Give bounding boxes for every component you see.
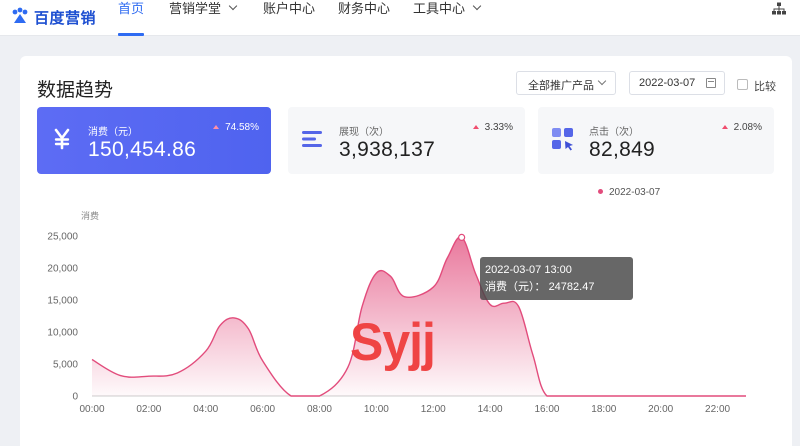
nav-item-tool-center[interactable]: 工具中心: [413, 0, 482, 36]
x-tick-label: 02:00: [136, 404, 161, 415]
x-tick-label: 12:00: [421, 404, 446, 415]
x-tick-label: 22:00: [705, 404, 730, 415]
metric-value: 3,938,137: [339, 138, 436, 161]
x-tick-label: 18:00: [591, 404, 616, 415]
data-trend-panel: 数据趋势 全部推广产品 2022-03-07 比较 消费（元） 150,454.…: [20, 56, 792, 446]
x-tick-label: 08:00: [307, 404, 332, 415]
metric-change: 74.58%: [213, 122, 259, 133]
x-tick-label: 16:00: [534, 404, 559, 415]
y-tick-label: 0: [72, 392, 78, 403]
y-tick-label: 20,000: [47, 264, 78, 275]
chevron-down-icon: [472, 1, 482, 11]
chart-legend[interactable]: 2022-03-07: [598, 187, 660, 198]
calendar-icon: [706, 78, 716, 88]
metric-value: 82,849: [589, 138, 656, 161]
nav-item-label: 账户中心: [263, 1, 316, 16]
metric-change-value: 74.58%: [225, 122, 259, 133]
metric-label: 点击（次）: [589, 127, 639, 138]
y-tick-label: 10,000: [47, 328, 78, 339]
nav-item-account-center[interactable]: 账户中心: [263, 0, 315, 36]
yen-icon: [54, 128, 70, 150]
nav-item-finance-center[interactable]: 财务中心: [338, 0, 390, 36]
x-tick-label: 00:00: [79, 404, 104, 415]
highlighted-data-point: [458, 233, 466, 241]
product-filter-value: 全部推广产品: [528, 80, 594, 92]
nav-item-label: 首页: [118, 1, 145, 16]
trend-up-icon: [472, 125, 479, 129]
metric-label: 展现（次）: [339, 127, 389, 138]
x-tick-label: 14:00: [478, 404, 503, 415]
tooltip-time: 2022-03-07 13:00: [485, 264, 572, 276]
nav-item-home[interactable]: 首页: [118, 0, 145, 36]
legend-dot: [598, 189, 603, 194]
bars-icon: [302, 131, 322, 147]
x-tick-label: 06:00: [250, 404, 275, 415]
tooltip-value: 24782.47: [548, 281, 595, 293]
brand-logo[interactable]: 百度营销: [10, 6, 96, 28]
org-tree-icon[interactable]: [772, 2, 786, 16]
brand-name: 百度营销: [34, 9, 97, 27]
top-navigation-bar: 百度营销 首页 营销学堂 账户中心 财务中心 工具中心: [0, 0, 800, 36]
legend-label: 2022-03-07: [609, 187, 661, 198]
chevron-down-icon: [597, 76, 607, 86]
x-tick-label: 04:00: [193, 404, 218, 415]
metric-change-value: 2.08%: [733, 122, 762, 133]
nav-item-label: 营销学堂: [169, 1, 222, 16]
nav-item-label: 财务中心: [338, 1, 391, 16]
trend-up-icon: [213, 125, 220, 129]
y-tick-label: 5,000: [53, 360, 78, 371]
metric-change-value: 3.33%: [484, 122, 513, 133]
metric-change: 2.08%: [721, 122, 762, 133]
y-axis-label: 消费: [81, 210, 99, 221]
tooltip-row: 消费（元）： 24782.47: [485, 279, 633, 296]
chevron-down-icon: [228, 1, 238, 11]
metric-card-cost[interactable]: 消费（元） 150,454.86 74.58%: [37, 107, 271, 174]
date-picker-value: 2022-03-07: [639, 77, 696, 89]
date-picker[interactable]: 2022-03-07: [629, 71, 725, 95]
tooltip-label: 消费（元）：: [485, 281, 546, 293]
active-tab-indicator: [118, 33, 145, 36]
metric-card-impressions[interactable]: 展现（次） 3,938,137 3.33%: [288, 107, 525, 174]
chart-tooltip: 2022-03-07 13:00 消费（元）： 24782.47: [480, 257, 633, 300]
metric-change: 3.33%: [472, 122, 513, 133]
compare-label: 比较: [754, 81, 776, 93]
y-tick-label: 15,000: [47, 296, 78, 307]
y-tick-label: 25,000: [47, 232, 78, 243]
metric-value: 150,454.86: [88, 138, 197, 161]
nav-item-marketing-school[interactable]: 营销学堂: [169, 0, 238, 36]
x-tick-label: 20:00: [648, 404, 673, 415]
nav-item-label: 工具中心: [413, 1, 466, 16]
trend-up-icon: [721, 125, 728, 129]
panel-title: 数据趋势: [37, 80, 114, 101]
watermark-text: Syjj: [350, 312, 436, 372]
metric-card-clicks[interactable]: 点击（次） 82,849 2.08%: [538, 107, 774, 174]
grid-click-icon: [552, 128, 573, 151]
product-filter-select[interactable]: 全部推广产品: [516, 71, 616, 95]
x-tick-label: 10:00: [364, 404, 389, 415]
compare-checkbox[interactable]: [737, 79, 748, 90]
metric-label: 消费（元）: [88, 127, 138, 138]
baidu-paw-icon: [10, 6, 32, 28]
